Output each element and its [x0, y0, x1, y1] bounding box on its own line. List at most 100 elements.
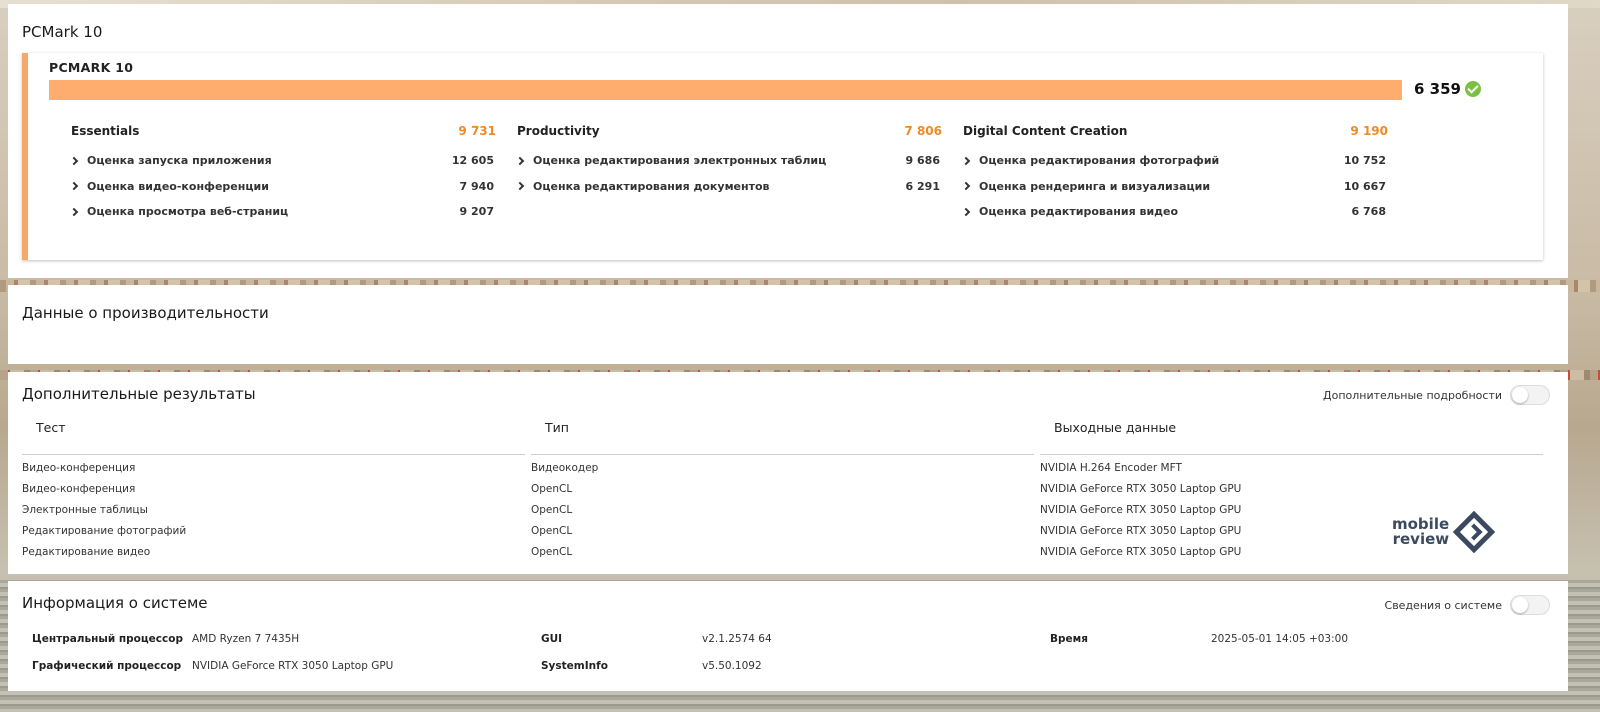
- subscore-row[interactable]: Оценка запуска приложения 12 605: [69, 148, 496, 174]
- subscore-row[interactable]: Оценка редактирования электронных таблиц…: [515, 148, 942, 174]
- column-header-type: Тип: [545, 420, 569, 435]
- result-output-cell: NVIDIA GeForce RTX 3050 Laptop GPU: [1040, 525, 1242, 537]
- result-test-cell: Видео-конференция: [22, 483, 136, 495]
- column-header-output: Выходные данные: [1054, 420, 1177, 435]
- result-output-cell: NVIDIA GeForce RTX 3050 Laptop GPU: [1040, 546, 1242, 558]
- group-header: Essentials 9 731: [71, 124, 496, 138]
- sys-value-cpu: AMD Ryzen 7 7435H: [192, 633, 300, 645]
- chevron-right-icon: [69, 207, 79, 216]
- result-test-cell: Редактирование фотографий: [22, 525, 187, 537]
- subscore-label: Оценка редактирования видео: [979, 205, 1179, 219]
- chevron-right-icon: [961, 182, 971, 191]
- result-output-cell: NVIDIA GeForce RTX 3050 Laptop GPU: [1040, 504, 1242, 516]
- sys-label-cpu: Центральный процессор: [32, 633, 183, 645]
- performance-panel-title: Данные о производительности: [22, 304, 269, 322]
- subscore-value: 6 291: [905, 179, 940, 193]
- system-toggle-group: Сведения о системе: [1385, 595, 1550, 615]
- subscore-value: 10 667: [1343, 179, 1386, 193]
- result-type-cell: OpenCL: [531, 546, 573, 558]
- sys-value-systeminfo: v5.50.1092: [702, 660, 762, 672]
- column-header-test: Тест: [36, 420, 66, 435]
- system-toggle[interactable]: [1510, 595, 1550, 615]
- chevron-right-icon: [961, 207, 971, 216]
- group-productivity: Productivity 7 806 Оценка редактирования…: [515, 124, 942, 200]
- group-header: Productivity 7 806: [517, 124, 942, 138]
- result-type-cell: OpenCL: [531, 525, 573, 537]
- logo-text-line2: review: [1392, 530, 1450, 548]
- result-test-cell: Редактирование видео: [22, 546, 151, 558]
- logo-diamond-icon: [1452, 510, 1496, 554]
- score-bar: [49, 80, 1402, 100]
- subscore-row[interactable]: Оценка редактирования документов 6 291: [515, 174, 942, 200]
- subscore-label: Оценка видео-конференции: [87, 179, 269, 193]
- total-score-value: 6 359: [1414, 80, 1461, 98]
- result-test-cell: Электронные таблицы: [22, 504, 148, 516]
- group-name: Digital Content Creation: [963, 124, 1128, 138]
- chevron-right-icon: [69, 182, 79, 191]
- sys-label-systeminfo: SystemInfo: [541, 660, 608, 672]
- subscore-label: Оценка запуска приложения: [87, 154, 272, 168]
- mobile-review-logo: mobile review: [1392, 510, 1496, 554]
- check-circle-icon: [1464, 81, 1481, 97]
- subscore-row[interactable]: Оценка просмотра веб-страниц 9 207: [69, 199, 496, 225]
- system-toggle-label: Сведения о системе: [1384, 598, 1502, 612]
- subscore-value: 6 768: [1351, 205, 1386, 219]
- subscore-value: 10 752: [1343, 154, 1386, 168]
- subscore-value: 12 605: [451, 154, 494, 168]
- chevron-right-icon: [69, 156, 79, 165]
- group-digital-content-creation: Digital Content Creation 9 190 Оценка ре…: [961, 124, 1388, 225]
- additional-results-title: Дополнительные результаты: [22, 385, 256, 403]
- subscore-value: 9 686: [905, 154, 940, 168]
- logo-text: mobile review: [1392, 517, 1449, 547]
- column-divider: [22, 454, 525, 455]
- result-type-cell: OpenCL: [531, 504, 573, 516]
- subscore-label: Оценка редактирования документов: [533, 179, 770, 193]
- chevron-right-icon: [515, 182, 525, 191]
- subscore-value: 9 207: [459, 205, 494, 219]
- subscore-row[interactable]: Оценка редактирования видео 6 768: [961, 199, 1388, 225]
- subscore-row[interactable]: Оценка рендеринга и визуализации 10 667: [961, 174, 1388, 200]
- performance-panel: Данные о производительности: [8, 285, 1568, 364]
- sys-value-time: 2025-05-01 14:05 +03:00: [1211, 633, 1349, 645]
- group-name: Productivity: [517, 124, 600, 138]
- subscore-label: Оценка редактирования фотографий: [979, 154, 1220, 168]
- subscore-row[interactable]: Оценка видео-конференции 7 940: [69, 174, 496, 200]
- pcmark-panel-title: PCMark 10: [22, 23, 103, 41]
- sys-label-gui: GUI: [541, 633, 563, 645]
- pcmark-score-card: PCMARK 10 6 359 Essentials 9 731 Оценка …: [22, 53, 1543, 260]
- system-info-title: Информация о системе: [22, 594, 208, 612]
- system-info-panel: Информация о системе Сведения о системе …: [8, 581, 1568, 691]
- group-name: Essentials: [71, 124, 140, 138]
- subscore-value: 7 940: [459, 179, 494, 193]
- card-title: PCMARK 10: [49, 60, 134, 75]
- subscore-row[interactable]: Оценка редактирования фотографий 10 752: [961, 148, 1388, 174]
- sys-label-time: Время: [1050, 633, 1088, 645]
- column-divider: [1040, 454, 1543, 455]
- group-score: 9 190: [1350, 124, 1388, 138]
- sys-value-gui: v2.1.2574 64: [702, 633, 772, 645]
- result-type-cell: OpenCL: [531, 483, 573, 495]
- chevron-right-icon: [515, 156, 525, 165]
- additional-results-panel: Дополнительные результаты Дополнительные…: [8, 372, 1568, 574]
- subscore-label: Оценка редактирования электронных таблиц: [533, 154, 827, 168]
- sys-label-gpu: Графический процессор: [32, 660, 182, 672]
- group-header: Digital Content Creation 9 190: [963, 124, 1388, 138]
- score-bar-fill: [49, 80, 1402, 100]
- pcmark-panel: PCMark 10 PCMARK 10 6 359 Essentials 9 7…: [8, 4, 1568, 278]
- chevron-right-icon: [961, 156, 971, 165]
- subscore-label: Оценка рендеринга и визуализации: [979, 179, 1211, 193]
- group-score: 7 806: [904, 124, 942, 138]
- subscore-label: Оценка просмотра веб-страниц: [87, 205, 289, 219]
- result-output-cell: NVIDIA H.264 Encoder MFT: [1040, 462, 1182, 474]
- total-score: 6 359: [1414, 80, 1481, 98]
- result-type-cell: Видеокодер: [531, 462, 599, 474]
- column-divider: [531, 454, 1034, 455]
- group-essentials: Essentials 9 731 Оценка запуска приложен…: [69, 124, 496, 225]
- details-toggle-group: Дополнительные подробности: [1323, 385, 1550, 405]
- details-toggle[interactable]: [1510, 385, 1550, 405]
- sys-value-gpu: NVIDIA GeForce RTX 3050 Laptop GPU: [192, 660, 394, 672]
- result-output-cell: NVIDIA GeForce RTX 3050 Laptop GPU: [1040, 483, 1242, 495]
- result-test-cell: Видео-конференция: [22, 462, 136, 474]
- details-toggle-label: Дополнительные подробности: [1323, 388, 1502, 402]
- group-score: 9 731: [458, 124, 496, 138]
